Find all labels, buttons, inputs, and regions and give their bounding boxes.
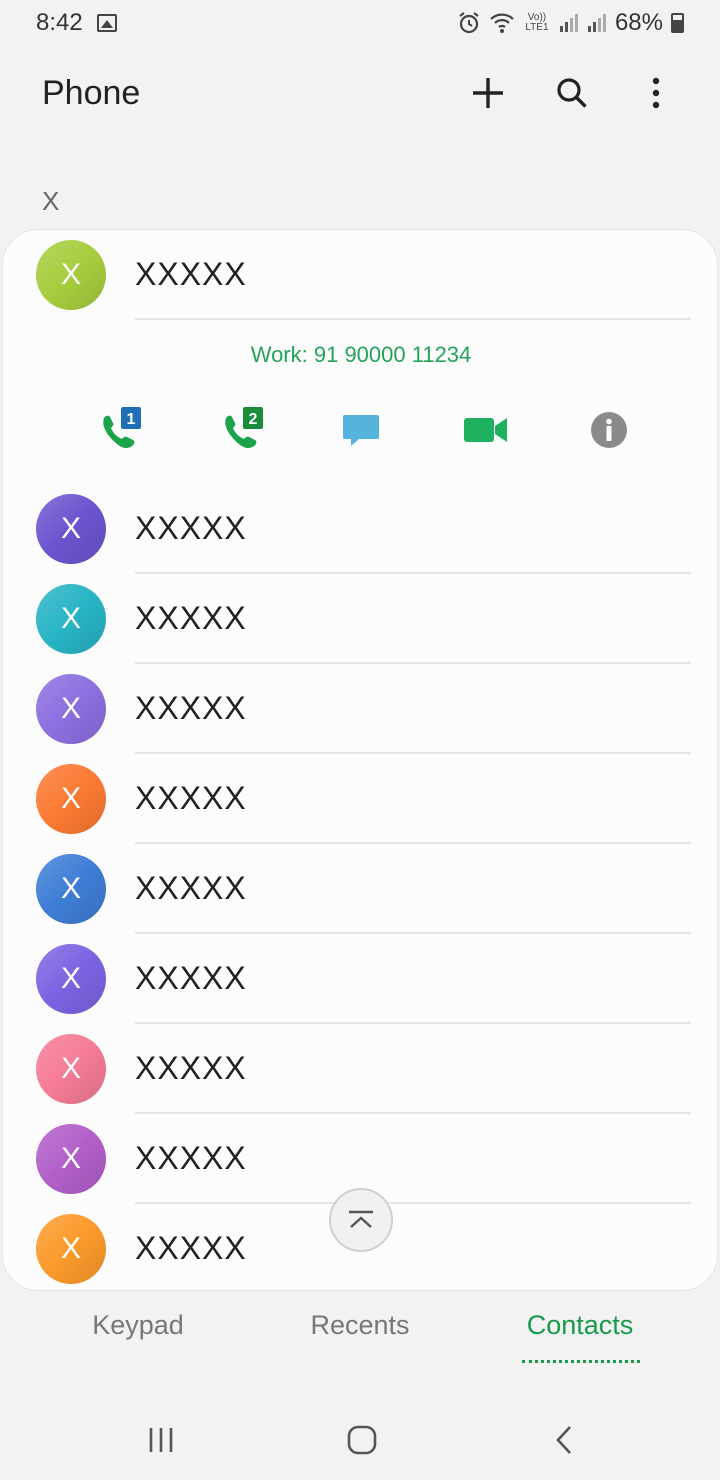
- status-time: 8:42: [36, 9, 83, 36]
- avatar: X: [36, 584, 106, 654]
- call-sim2-icon: 2: [225, 407, 263, 449]
- contact-name: XXXXX: [135, 690, 247, 726]
- tab-recents[interactable]: Recents: [250, 1310, 470, 1341]
- contact-name: XXXXX: [135, 870, 247, 906]
- home-button[interactable]: [332, 1416, 392, 1464]
- avatar: X: [36, 240, 106, 310]
- avatar: X: [36, 1214, 106, 1284]
- app-header: Phone: [0, 60, 720, 126]
- contact-name: XXXXX: [135, 600, 247, 636]
- recent-apps-button[interactable]: [131, 1416, 191, 1464]
- contact-row[interactable]: X XXXXX: [3, 1024, 717, 1114]
- more-options-button[interactable]: [634, 71, 678, 115]
- add-contact-button[interactable]: [466, 71, 510, 115]
- avatar: X: [36, 944, 106, 1014]
- contact-row[interactable]: X XXXXX: [3, 574, 717, 664]
- signal-icon: [587, 14, 606, 32]
- contact-name: XXXXX: [135, 780, 247, 816]
- avatar: X: [36, 674, 106, 744]
- home-icon: [347, 1425, 377, 1455]
- contact-name: XXXXX: [135, 1230, 247, 1266]
- contact-row[interactable]: X XXXXX: [3, 844, 717, 934]
- search-icon: [557, 78, 587, 108]
- contact-row-expanded[interactable]: X XXXXX: [3, 230, 717, 320]
- contact-name: XXXXX: [135, 1140, 247, 1176]
- section-index-letter: X: [42, 186, 60, 216]
- contacts-list[interactable]: X XXXXX Work: 91 90000 11234 1 2 X XXXXX…: [2, 229, 718, 1291]
- battery-icon: [671, 13, 684, 33]
- contact-row[interactable]: X XXXXX: [3, 484, 717, 574]
- volte-icon: Vo)) LTE1: [525, 12, 549, 33]
- contact-name: XXXXX: [135, 960, 247, 996]
- avatar: X: [36, 854, 106, 924]
- bottom-tab-bar: Keypad Recents Contacts: [0, 1310, 720, 1374]
- image-icon: [96, 14, 117, 32]
- contact-name: XXXXX: [135, 1050, 247, 1086]
- call-sim2-button[interactable]: 2: [210, 400, 270, 460]
- contact-name: XXXXX: [135, 256, 247, 292]
- alarm-icon: [459, 12, 479, 34]
- active-tab-indicator: [522, 1360, 640, 1363]
- more-vert-icon: [652, 77, 660, 109]
- call-sim1-icon: 1: [103, 407, 141, 449]
- battery-percent: 68%: [614, 9, 663, 36]
- plus-icon: [473, 78, 503, 108]
- search-button[interactable]: [550, 71, 594, 115]
- scroll-to-top-button[interactable]: [329, 1188, 393, 1252]
- avatar: X: [36, 1124, 106, 1194]
- svg-text:2: 2: [249, 411, 258, 428]
- contact-row[interactable]: X XXXXX: [3, 754, 717, 844]
- message-icon: [343, 415, 379, 446]
- system-nav-bar: [0, 1400, 720, 1480]
- info-icon: [591, 412, 627, 448]
- wifi-icon: [490, 13, 514, 33]
- back-button[interactable]: [534, 1416, 594, 1464]
- avatar: X: [36, 764, 106, 834]
- back-icon: [556, 1426, 571, 1454]
- svg-text:1: 1: [127, 411, 136, 428]
- message-button[interactable]: [331, 400, 391, 460]
- avatar: X: [36, 1034, 106, 1104]
- scroll-to-top-icon: [349, 1210, 373, 1228]
- divider: [135, 318, 691, 320]
- tab-contacts[interactable]: Contacts: [470, 1310, 690, 1341]
- contact-row[interactable]: X XXXXX: [3, 664, 717, 754]
- contact-info-button[interactable]: [579, 400, 639, 460]
- contact-name: XXXXX: [135, 510, 247, 546]
- status-bar: 8:42 Vo)) LTE1 68%: [0, 0, 720, 46]
- avatar: X: [36, 494, 106, 564]
- video-call-button[interactable]: [456, 400, 516, 460]
- call-sim1-button[interactable]: 1: [88, 400, 148, 460]
- page-title: Phone: [42, 73, 141, 112]
- recent-apps-icon: [149, 1428, 173, 1452]
- tab-keypad[interactable]: Keypad: [28, 1310, 248, 1341]
- contact-phone-number[interactable]: Work: 91 90000 11234: [3, 342, 717, 368]
- contact-row[interactable]: X XXXXX: [3, 934, 717, 1024]
- signal-icon: [559, 14, 578, 32]
- contact-quick-actions: 1 2: [3, 400, 717, 460]
- video-call-icon: [464, 418, 507, 442]
